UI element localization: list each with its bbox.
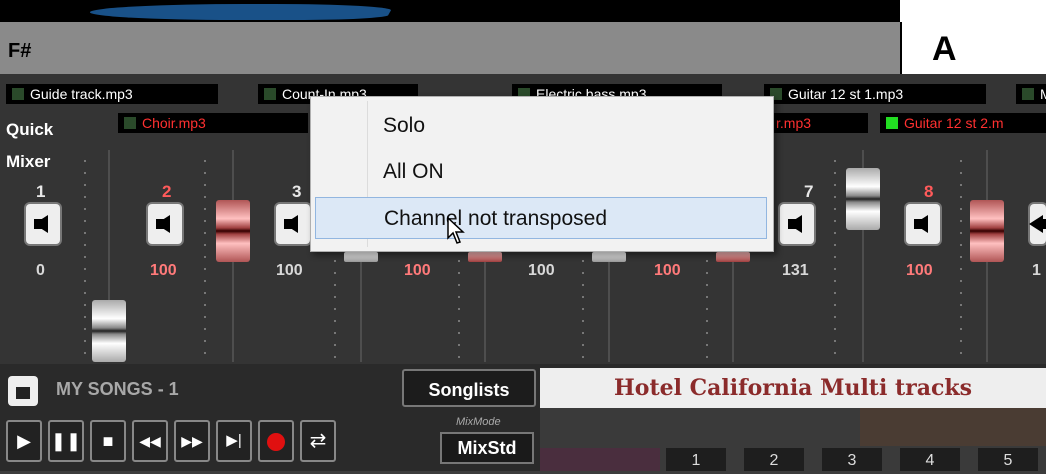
channel-volume: 100	[654, 262, 681, 279]
track-mute-toggle[interactable]	[124, 117, 136, 129]
chord-row: F#	[0, 22, 900, 74]
track-label-choir[interactable]: Choir.mp3	[118, 113, 308, 133]
fader-track	[360, 260, 362, 362]
mixmode-button[interactable]: MixStd	[440, 432, 534, 464]
speaker-icon[interactable]	[1030, 204, 1046, 244]
skip-end-icon[interactable]: ▶|	[216, 420, 252, 462]
brush-graphic	[85, 4, 395, 20]
fader-scale	[960, 160, 962, 360]
menu-item-all-on[interactable]: All ON	[315, 151, 767, 193]
track-mute-toggle[interactable]	[12, 88, 24, 100]
fader-scale	[582, 260, 584, 360]
record-icon[interactable]	[258, 420, 294, 462]
fader-track	[484, 260, 486, 362]
fader-scale	[204, 160, 206, 360]
stop-icon[interactable]: ■	[90, 420, 126, 462]
pattern-button[interactable]: 2	[744, 448, 804, 471]
pattern-block	[540, 448, 660, 471]
play-icon[interactable]: ▶	[6, 420, 42, 462]
pattern-button[interactable]: 4	[900, 448, 960, 471]
track-mute-toggle[interactable]	[1022, 88, 1034, 100]
rewind-icon[interactable]: ◀◀	[132, 420, 168, 462]
song-library-label: MY SONGS - 1	[56, 379, 179, 399]
fader-scale	[458, 260, 460, 360]
track-mute-toggle[interactable]	[264, 88, 276, 100]
fader-handle[interactable]	[970, 200, 1004, 262]
speaker-icon[interactable]	[906, 204, 940, 244]
channel-volume: 100	[906, 262, 933, 279]
track-label-m[interactable]: M	[1016, 84, 1046, 104]
pattern-button[interactable]: 5	[978, 448, 1038, 471]
channel-number: 8	[924, 182, 934, 201]
fader-handle[interactable]	[716, 252, 750, 262]
track-label-r[interactable]: r.mp3	[772, 113, 868, 133]
track-label-guitar-12-2[interactable]: Guitar 12 st 2.m	[880, 113, 1046, 133]
pattern-button[interactable]: 1	[666, 448, 726, 471]
mouse-cursor-icon	[447, 216, 465, 244]
channel-volume: 100	[276, 262, 303, 279]
fader-track	[732, 260, 734, 362]
top-waveform-band	[0, 0, 900, 22]
track-label-guide[interactable]: Guide track.mp3	[6, 84, 218, 104]
channel-number: 2	[162, 182, 172, 201]
songlists-button[interactable]: Songlists	[402, 369, 536, 407]
fast-forward-icon[interactable]: ▶▶	[174, 420, 210, 462]
fader-handle[interactable]	[92, 300, 126, 362]
channel-volume: 0	[36, 262, 45, 279]
track-mute-toggle[interactable]	[886, 117, 898, 129]
fader-scale	[834, 160, 836, 360]
channel-number: 7	[804, 182, 814, 201]
channel-volume: 100	[150, 262, 177, 279]
context-menu: Solo All ON Channel not transposed	[310, 96, 774, 252]
pause-icon[interactable]: ❚❚	[48, 420, 84, 462]
top-right-panel	[900, 0, 1046, 22]
menu-item-channel-not-transposed[interactable]: Channel not transposed	[315, 197, 767, 239]
pattern-block	[860, 408, 1046, 446]
fader-handle[interactable]	[846, 168, 880, 230]
fader-scale	[334, 260, 336, 360]
speaker-icon[interactable]	[780, 204, 814, 244]
speaker-icon[interactable]	[276, 204, 310, 244]
speaker-icon[interactable]	[26, 204, 60, 244]
current-song-title: Hotel California Multi tracks	[540, 368, 1046, 408]
speaker-icon[interactable]	[148, 204, 182, 244]
fader-handle[interactable]	[592, 252, 626, 262]
folder-icon[interactable]	[8, 376, 38, 406]
menu-item-solo[interactable]: Solo	[315, 105, 767, 147]
track-label-guitar-12-1[interactable]: Guitar 12 st 1.mp3	[764, 84, 986, 104]
channel-volume: 100	[528, 262, 555, 279]
channel-number: 3	[292, 182, 302, 201]
channel-volume: 100	[404, 262, 431, 279]
next-chord-box: A	[900, 22, 1046, 74]
current-chord: F#	[8, 40, 32, 62]
pattern-button[interactable]: 3	[822, 448, 882, 471]
fader-scale	[84, 160, 86, 360]
fader-scale	[706, 260, 708, 360]
channel-volume: 131	[782, 262, 809, 279]
channel-number: 1	[36, 182, 46, 201]
quick-mixer-title: Quick Mixer	[6, 120, 54, 171]
channel-volume: 1	[1032, 262, 1041, 279]
fader-handle[interactable]	[216, 200, 250, 262]
fader-handle[interactable]	[468, 252, 502, 262]
fader-handle[interactable]	[344, 252, 378, 262]
swap-icon[interactable]: ⇄	[300, 420, 336, 462]
fader-track	[608, 260, 610, 362]
next-chord: A	[932, 30, 957, 68]
mixmode-label: MixMode	[456, 416, 501, 428]
